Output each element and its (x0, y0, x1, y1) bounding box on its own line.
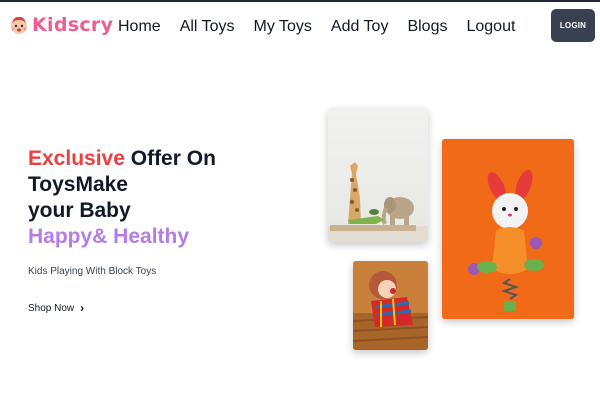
chevron-right-icon: › (80, 301, 85, 315)
nav-logout[interactable]: Logout (466, 17, 515, 37)
nav-my-toys[interactable]: My Toys (254, 17, 312, 37)
top-border (0, 0, 600, 2)
hero-title: Exclusive Offer On ToysMake your Baby Ha… (28, 146, 216, 250)
login-button[interactable]: LOGIN (551, 9, 595, 42)
hero-title-line2: ToysMake (28, 173, 128, 196)
nav-all-toys[interactable]: All Toys (180, 17, 235, 37)
nav-add-toy[interactable]: Add Toy (331, 17, 389, 37)
main-nav: Home All Toys My Toys Add Toy Blogs Logo… (118, 17, 534, 37)
hero-title-line3: your Baby (28, 199, 131, 222)
toy-image-clown-doll (353, 261, 428, 350)
shop-now-link[interactable]: Shop Now › (28, 301, 84, 315)
hero-subtitle: Kids Playing With Block Toys (28, 266, 157, 277)
hero-title-line1: Exclusive Offer On (28, 146, 216, 172)
nav-blogs[interactable]: Blogs (407, 17, 447, 37)
brand-logo[interactable]: Kidscry (8, 10, 113, 40)
toy-image-rabbit (442, 139, 574, 319)
hero-title-line1-rest: Offer On (124, 147, 216, 170)
toy-image-wooden-animals (328, 108, 428, 242)
kid-face-icon (8, 14, 30, 36)
shop-now-label: Shop Now (28, 302, 75, 314)
nav-home[interactable]: Home (118, 17, 161, 37)
hero-title-highlight: Exclusive (28, 147, 125, 170)
brand-name: Kidscry (32, 14, 114, 36)
hero-title-line4: Happy& Healthy (28, 225, 190, 248)
